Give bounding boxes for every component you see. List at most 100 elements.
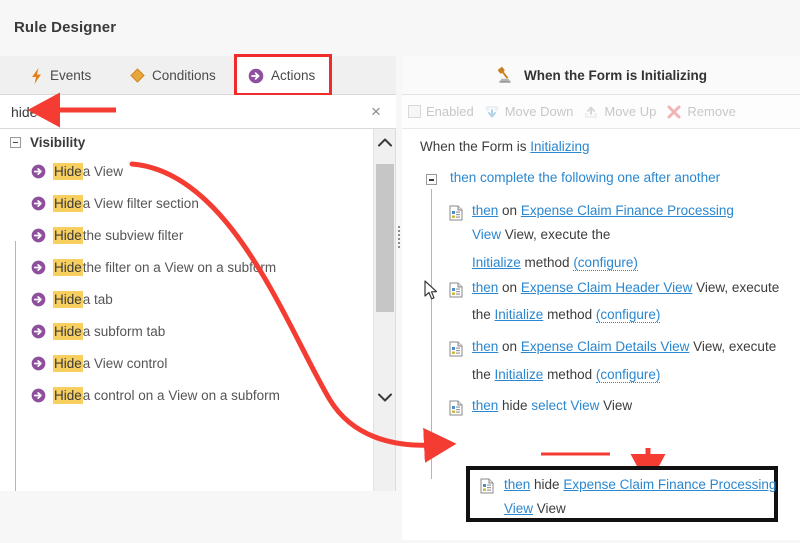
list-item[interactable]: Hide a subform tab	[0, 315, 373, 347]
step-2-pre: the	[472, 307, 495, 322]
move-down-label: Move Down	[505, 104, 574, 119]
list-item-highlight: Hide	[53, 323, 83, 340]
step-1-seg2: View, execute the	[501, 227, 610, 242]
purple-arrow-circle-icon	[31, 292, 46, 307]
collapse-icon[interactable]	[10, 137, 21, 148]
tab-actions-label: Actions	[271, 68, 315, 83]
purple-arrow-circle-icon	[31, 260, 46, 275]
remove-button[interactable]: Remove	[666, 104, 735, 120]
splitter-grip	[398, 226, 400, 248]
step-3-seg1: on	[498, 339, 521, 354]
list-item[interactable]: Hide a control on a View on a subform	[0, 379, 373, 411]
enabled-label: Enabled	[426, 104, 474, 119]
new-step-seg2: View	[599, 398, 632, 413]
purple-arrow-circle-icon	[31, 196, 46, 211]
step-2-configure-link[interactable]: (configure)	[596, 307, 661, 323]
tab-actions[interactable]: Actions	[236, 56, 332, 95]
list-item-label: a subform tab	[83, 324, 166, 339]
tab-conditions-label: Conditions	[152, 68, 216, 83]
list-item[interactable]: Hide a View control	[0, 347, 373, 379]
list-item-highlight: Hide	[53, 259, 83, 276]
step-3-then-link[interactable]: then	[472, 339, 498, 354]
document-icon	[449, 282, 463, 298]
list-item[interactable]: Hide a View	[0, 155, 373, 187]
step-1-seg3: method	[521, 255, 574, 270]
new-step-then-link[interactable]: then	[472, 398, 498, 413]
tab-conditions[interactable]: Conditions	[118, 56, 228, 95]
step-3-target-link[interactable]: Expense Claim Details View	[521, 339, 690, 354]
list-item-highlight: Hide	[53, 291, 83, 308]
rule-root-collapse-icon[interactable]	[426, 174, 437, 185]
purple-arrow-circle-icon	[31, 324, 46, 339]
move-up-icon	[583, 104, 599, 120]
app-header: Rule Designer	[0, 0, 800, 56]
rule-trigger-line: When the Form is Initializing	[420, 139, 590, 154]
scrollbar-thumb[interactable]	[376, 164, 394, 312]
list-item[interactable]: Hide a tab	[0, 283, 373, 315]
search-row: ×	[0, 95, 396, 129]
step-2-seg2: View, execute	[692, 280, 779, 295]
rule-header-title: When the Form is Initializing	[524, 68, 707, 83]
rule-step-1-line-2: View View, execute the	[472, 227, 610, 242]
action-list: Visibility Hide a ViewHide a View filter…	[0, 129, 396, 491]
purple-arrow-circle-icon	[31, 388, 46, 403]
move-up-button[interactable]: Move Up	[583, 104, 656, 120]
rule-step-3-line-1: then on Expense Claim Details View View,…	[472, 339, 776, 354]
step-2-seg1: on	[498, 280, 521, 295]
purple-arrow-circle-icon	[31, 228, 46, 243]
list-item-label: a View	[83, 164, 123, 179]
list-item-label: the subview filter	[83, 228, 184, 243]
step-1-method-link[interactable]: Initialize	[472, 255, 521, 270]
step-2-then-link[interactable]: then	[472, 280, 498, 295]
list-item-highlight: Hide	[53, 227, 83, 244]
step-1-then-link[interactable]: then	[472, 203, 498, 218]
clear-search-icon[interactable]: ×	[366, 102, 386, 122]
rule-header: When the Form is Initializing	[402, 56, 800, 95]
document-icon	[449, 400, 463, 416]
list-item[interactable]: Hide the subview filter	[0, 219, 373, 251]
new-step-target-link[interactable]: select View	[531, 398, 599, 413]
rule-definition: When the Form is Initializing then compl…	[402, 129, 800, 540]
rule-root-line[interactable]: then complete the following one after an…	[450, 170, 720, 185]
move-down-icon	[484, 104, 500, 120]
step-3-seg2: View, execute	[689, 339, 776, 354]
step-3-method-link[interactable]: Initialize	[495, 367, 544, 382]
action-list-clip: Visibility Hide a ViewHide a View filter…	[0, 129, 373, 491]
action-items-host: Hide a ViewHide a View filter sectionHid…	[0, 155, 373, 411]
search-input[interactable]	[9, 101, 349, 123]
move-up-label: Move Up	[604, 104, 656, 119]
remove-label: Remove	[687, 104, 735, 119]
group-rail	[15, 241, 16, 491]
list-item-highlight: Hide	[53, 355, 83, 372]
gavel-icon	[495, 65, 515, 85]
step-3-configure-link[interactable]: (configure)	[596, 367, 661, 383]
step-1-configure-link[interactable]: (configure)	[573, 255, 638, 271]
step-2-target-link[interactable]: Expense Claim Header View	[521, 280, 693, 295]
trigger-link[interactable]: Initializing	[530, 139, 589, 154]
scroll-up-icon[interactable]	[374, 129, 396, 155]
action-group-label: Visibility	[30, 135, 85, 150]
list-item[interactable]: Hide a View filter section	[0, 187, 373, 219]
tab-events-label: Events	[50, 68, 91, 83]
document-icon	[449, 205, 463, 221]
tab-strip: Events Conditions Actions	[0, 56, 396, 95]
list-item-label: a View filter section	[83, 196, 199, 211]
step-2-method-link[interactable]: Initialize	[495, 307, 544, 322]
list-item[interactable]: Hide the filter on a View on a subform	[0, 251, 373, 283]
action-group-visibility[interactable]: Visibility	[0, 129, 373, 155]
enabled-checkbox[interactable]: Enabled	[408, 104, 474, 119]
step-1-target-cont[interactable]: View	[472, 227, 501, 242]
tab-events[interactable]: Events	[18, 56, 103, 95]
checkbox-icon[interactable]	[408, 105, 421, 118]
rule-step-2-line-2: the Initialize method (configure)	[472, 307, 660, 322]
scroll-down-icon[interactable]	[374, 384, 396, 410]
purple-arrow-circle-icon	[31, 356, 46, 371]
step-1-target-link[interactable]: Expense Claim Finance Processing	[521, 203, 734, 218]
move-down-button[interactable]: Move Down	[484, 104, 574, 120]
rule-step-1-line-1: then on Expense Claim Finance Processing	[472, 203, 734, 218]
purple-arrow-circle-icon	[31, 164, 46, 179]
action-list-scrollbar[interactable]	[373, 129, 395, 491]
rule-step-1-line-3: Initialize method (configure)	[472, 255, 638, 270]
list-item-label: a tab	[83, 292, 113, 307]
new-step-seg1: hide	[498, 398, 531, 413]
